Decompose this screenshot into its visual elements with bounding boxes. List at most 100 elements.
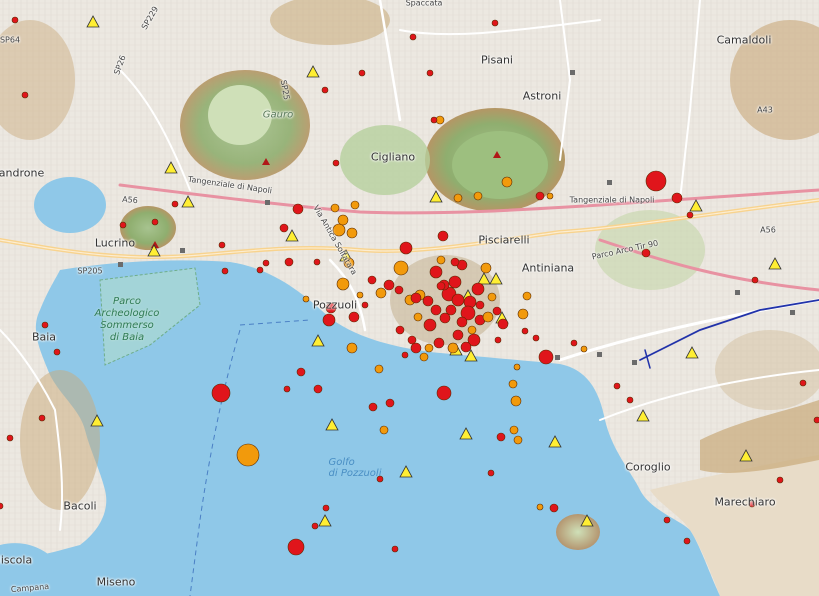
earthquake-event-red[interactable] <box>41 321 49 329</box>
earthquake-event-red[interactable] <box>776 476 784 484</box>
earthquake-event-orange[interactable] <box>546 192 554 200</box>
earthquake-event-red[interactable] <box>395 325 405 335</box>
earthquake-event-red[interactable] <box>311 522 319 530</box>
earthquake-event-red[interactable] <box>423 318 437 332</box>
earthquake-event-red[interactable] <box>626 396 634 404</box>
earthquake-event-red[interactable] <box>487 469 495 477</box>
earthquake-event-red[interactable] <box>451 293 465 307</box>
earthquake-event-red[interactable] <box>535 191 545 201</box>
earthquake-event-orange[interactable] <box>336 277 350 291</box>
earthquake-event-orange[interactable] <box>487 292 497 302</box>
earthquake-event-red[interactable] <box>410 342 422 354</box>
earthquake-event-red[interactable] <box>321 86 329 94</box>
earthquake-event-red[interactable] <box>11 16 19 24</box>
earthquake-event-red[interactable] <box>445 304 457 316</box>
earthquake-event-orange[interactable] <box>350 200 360 210</box>
earthquake-event-orange[interactable] <box>508 379 518 389</box>
earthquake-event-orange[interactable] <box>346 342 358 354</box>
earthquake-event-orange[interactable] <box>337 214 349 226</box>
earthquake-event-orange[interactable] <box>536 503 544 511</box>
earthquake-event-orange[interactable] <box>482 311 494 323</box>
earthquake-event-red[interactable] <box>799 379 807 387</box>
earthquake-event-orange[interactable] <box>447 342 459 354</box>
earthquake-event-red[interactable] <box>751 276 759 284</box>
earthquake-event-red[interactable] <box>433 337 445 349</box>
earthquake-event-red[interactable] <box>394 285 404 295</box>
earthquake-event-orange[interactable] <box>473 191 483 201</box>
earthquake-event-orange[interactable] <box>509 425 519 435</box>
earthquake-event-red[interactable] <box>361 301 369 309</box>
earthquake-event-red[interactable] <box>313 384 323 394</box>
earthquake-event-red[interactable] <box>460 341 472 353</box>
earthquake-event-red[interactable] <box>430 304 442 316</box>
earthquake-event-red[interactable] <box>549 503 559 513</box>
earthquake-event-red[interactable] <box>426 69 434 77</box>
earthquake-event-red[interactable] <box>471 282 485 296</box>
earthquake-event-orange[interactable] <box>510 395 522 407</box>
earthquake-event-orange[interactable] <box>413 312 423 322</box>
earthquake-event-red[interactable] <box>407 335 417 345</box>
earthquake-event-orange[interactable] <box>501 176 513 188</box>
earthquake-event-red[interactable] <box>383 279 395 291</box>
earthquake-event-orange[interactable] <box>419 352 429 362</box>
earthquake-event-red[interactable] <box>358 69 366 77</box>
earthquake-event-red[interactable] <box>538 349 554 365</box>
earthquake-event-orange[interactable] <box>236 443 260 467</box>
earthquake-event-red[interactable] <box>496 432 506 442</box>
earthquake-event-orange[interactable] <box>467 325 477 335</box>
earthquake-event-red[interactable] <box>322 504 330 512</box>
earthquake-event-orange[interactable] <box>436 255 446 265</box>
earthquake-event-red[interactable] <box>521 327 529 335</box>
earthquake-event-red[interactable] <box>422 295 434 307</box>
earthquake-event-red[interactable] <box>367 275 377 285</box>
earthquake-event-red[interactable] <box>348 311 360 323</box>
earthquake-event-red[interactable] <box>492 306 502 316</box>
earthquake-event-orange[interactable] <box>393 260 409 276</box>
earthquake-event-red[interactable] <box>313 258 321 266</box>
earthquake-event-orange[interactable] <box>517 308 529 320</box>
earthquake-event-red[interactable] <box>437 230 449 242</box>
earthquake-event-red[interactable] <box>436 281 446 291</box>
earthquake-event-red[interactable] <box>813 416 819 424</box>
earthquake-event-red[interactable] <box>497 318 509 330</box>
earthquake-event-red[interactable] <box>283 385 291 393</box>
earthquake-event-red[interactable] <box>256 266 264 274</box>
earthquake-event-red[interactable] <box>221 267 229 275</box>
earthquake-event-orange[interactable] <box>480 262 492 274</box>
earthquake-event-red[interactable] <box>436 385 452 401</box>
earthquake-event-red[interactable] <box>292 203 304 215</box>
earthquake-event-orange[interactable] <box>453 193 463 203</box>
earthquake-event-red[interactable] <box>532 334 540 342</box>
earthquake-event-red[interactable] <box>683 537 691 545</box>
earthquake-event-orange[interactable] <box>375 287 387 299</box>
earthquake-event-red[interactable] <box>430 116 438 124</box>
earthquake-event-orange[interactable] <box>580 345 588 353</box>
earthquake-event-orange[interactable] <box>424 343 434 353</box>
earthquake-event-red[interactable] <box>262 259 270 267</box>
earthquake-event-orange[interactable] <box>379 425 389 435</box>
earthquake-event-red[interactable] <box>663 516 671 524</box>
earthquake-event-red[interactable] <box>119 221 127 229</box>
earthquake-event-red[interactable] <box>279 223 289 233</box>
earthquake-event-red[interactable] <box>450 257 460 267</box>
earthquake-event-orange[interactable] <box>356 291 364 299</box>
earthquake-event-red[interactable] <box>645 170 667 192</box>
earthquake-event-red[interactable] <box>686 211 694 219</box>
earthquake-event-red[interactable] <box>53 348 61 356</box>
earthquake-event-red[interactable] <box>385 398 395 408</box>
earthquake-event-red[interactable] <box>456 316 468 328</box>
earthquake-event-red[interactable] <box>671 192 683 204</box>
earthquake-event-red[interactable] <box>322 313 336 327</box>
earthquake-event-orange[interactable] <box>513 435 523 445</box>
earthquake-event-red[interactable] <box>211 383 231 403</box>
earthquake-event-red[interactable] <box>409 33 417 41</box>
earthquake-event-red[interactable] <box>368 402 378 412</box>
earthquake-event-red[interactable] <box>429 265 443 279</box>
earthquake-event-red[interactable] <box>475 300 485 310</box>
earthquake-event-red[interactable] <box>38 414 46 422</box>
earthquake-event-orange[interactable] <box>346 227 358 239</box>
earthquake-event-red[interactable] <box>287 538 305 556</box>
earthquake-event-red[interactable] <box>284 257 294 267</box>
earthquake-event-red[interactable] <box>151 218 159 226</box>
earthquake-event-orange[interactable] <box>302 295 310 303</box>
